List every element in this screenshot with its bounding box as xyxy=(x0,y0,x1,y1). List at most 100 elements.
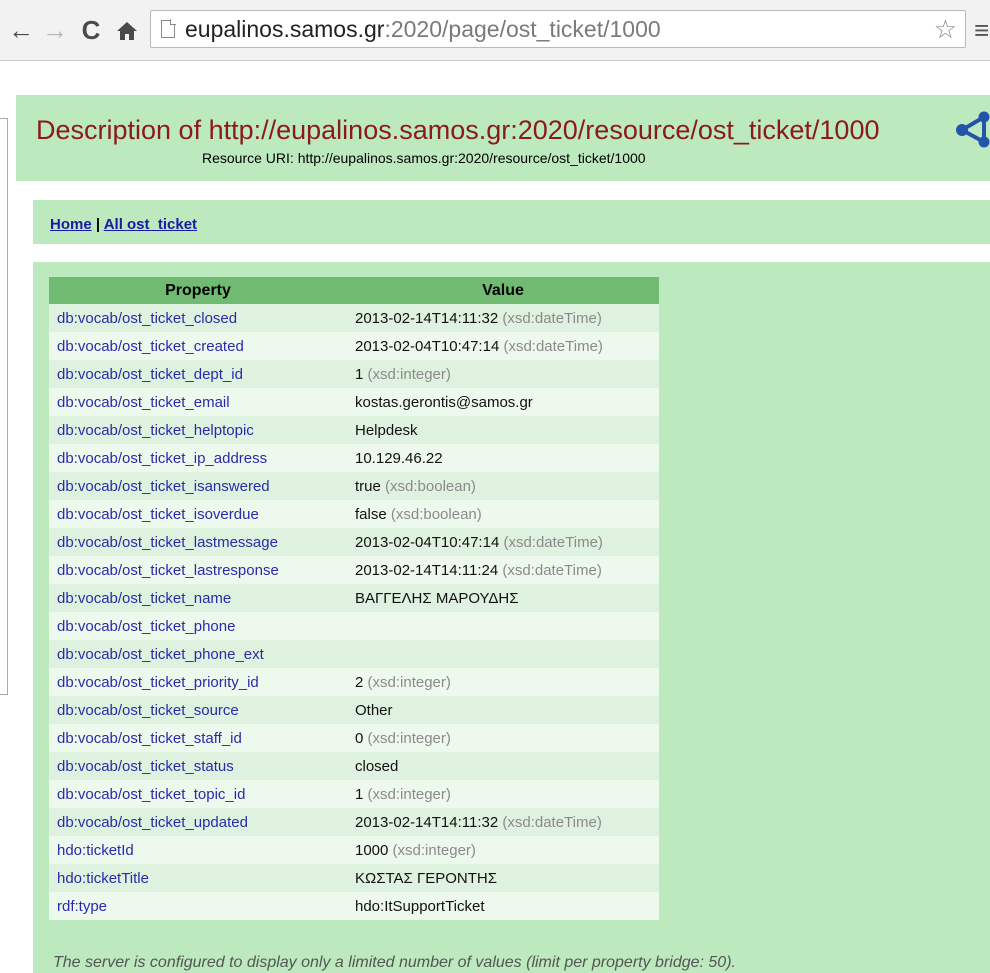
table-header-row: Property Value xyxy=(49,277,659,304)
value-cell xyxy=(347,612,659,640)
value-cell: ΒΑΓΓΕΛΗΣ ΜΑΡΟΥΔΗΣ xyxy=(347,584,659,612)
property-link[interactable]: db:vocab/ost_ticket_topic_id xyxy=(57,786,245,803)
table-row: db:vocab/ost_ticket_dept_id 1 (xsd:intege… xyxy=(49,360,659,388)
breadcrumb-separator: | xyxy=(95,216,101,233)
property-link[interactable]: db:vocab/ost_ticket_closed xyxy=(57,310,237,327)
home-icon[interactable] xyxy=(112,12,142,48)
value-cell: 2013-02-04T10:47:14 (xsd:dateTime) xyxy=(347,332,659,360)
property-link[interactable]: db:vocab/ost_ticket_ip_address xyxy=(57,450,267,467)
breadcrumb-links: Home | All ost_ticket xyxy=(50,216,197,233)
value-cell: 2013-02-14T14:11:32 (xsd:dateTime) xyxy=(347,304,659,332)
side-scroll-edge xyxy=(0,118,8,695)
table-row: db:vocab/ost_ticket_topic_id 1 (xsd:integ… xyxy=(49,780,659,808)
value-text: 2013-02-14T14:11:32 xyxy=(355,309,499,327)
value-text: kostas.gerontis@samos.gr xyxy=(355,393,533,411)
value-column-header: Value xyxy=(347,277,659,304)
table-row: db:vocab/ost_ticket_ip_address 10.129.46.… xyxy=(49,444,659,472)
all-ost-ticket-link[interactable]: All ost_ticket xyxy=(104,216,197,233)
bookmark-star-icon[interactable]: ☆ xyxy=(934,14,957,44)
value-text: 2013-02-04T10:47:14 xyxy=(355,533,500,551)
page-icon xyxy=(161,19,176,38)
value-text: ΚΩΣΤΑΣ ΓΕΡΟΝΤΗΣ xyxy=(355,869,498,887)
value-cell: true (xsd:boolean) xyxy=(347,472,659,500)
rdf-share-icon[interactable] xyxy=(954,109,990,149)
value-text: 1 xyxy=(355,785,364,803)
value-cell: 0 (xsd:integer) xyxy=(347,724,659,752)
property-link[interactable]: db:vocab/ost_ticket_created xyxy=(57,338,244,355)
breadcrumb: Home | All ost_ticket xyxy=(33,200,990,244)
table-row: db:vocab/ost_ticket_closed 2013-02-14T14:… xyxy=(49,304,659,332)
resource-uri: Resource URI: http://eupalinos.samos.gr:… xyxy=(202,150,646,166)
property-link[interactable]: db:vocab/ost_ticket_name xyxy=(57,590,231,607)
table-row: db:vocab/ost_ticket_lastmessage 2013-02-0… xyxy=(49,528,659,556)
table-body: db:vocab/ost_ticket_closed 2013-02-14T14:… xyxy=(49,304,659,920)
reload-icon[interactable]: C xyxy=(76,12,106,48)
value-text: Helpdesk xyxy=(355,421,418,439)
property-cell: db:vocab/ost_ticket_helptopic xyxy=(49,416,347,444)
datatype-label: (xsd:integer) xyxy=(392,841,476,859)
menu-icon[interactable]: ≡ xyxy=(974,12,990,48)
value-cell: 1000 (xsd:integer) xyxy=(347,836,659,864)
property-link[interactable]: db:vocab/ost_ticket_staff_id xyxy=(57,730,242,747)
property-cell: db:vocab/ost_ticket_status xyxy=(49,752,347,780)
property-link[interactable]: db:vocab/ost_ticket_status xyxy=(57,758,234,775)
back-arrow-icon[interactable]: ← xyxy=(6,12,36,48)
table-row: db:vocab/ost_ticket_email kostas.gerontis… xyxy=(49,388,659,416)
datatype-label: (xsd:boolean) xyxy=(390,505,482,523)
property-cell: db:vocab/ost_ticket_lastresponse xyxy=(49,556,347,584)
property-cell: db:vocab/ost_ticket_isoverdue xyxy=(49,500,347,528)
forward-arrow-icon[interactable]: → xyxy=(40,12,70,48)
property-link[interactable]: db:vocab/ost_ticket_dept_id xyxy=(57,366,243,383)
property-cell: db:vocab/ost_ticket_isanswered xyxy=(49,472,347,500)
address-bar[interactable]: eupalinos.samos.gr:2020/page/ost_ticket/… xyxy=(150,10,966,48)
value-text: closed xyxy=(355,757,399,775)
datatype-label: (xsd:integer) xyxy=(367,365,451,383)
limit-note: The server is configured to display only… xyxy=(53,954,736,971)
property-link[interactable]: db:vocab/ost_ticket_helptopic xyxy=(57,422,254,439)
value-text: hdo:ItSupportTicket xyxy=(355,897,485,915)
table-row: hdo:ticketId 1000 (xsd:integer) xyxy=(49,836,659,864)
property-link[interactable]: hdo:ticketTitle xyxy=(57,870,149,887)
value-cell: 2013-02-04T10:47:14 (xsd:dateTime) xyxy=(347,528,659,556)
table-row: db:vocab/ost_ticket_name ΒΑΓΓΕΛΗΣ ΜΑΡΟΥΔΗ… xyxy=(49,584,659,612)
property-link[interactable]: db:vocab/ost_ticket_priority_id xyxy=(57,674,259,691)
property-link[interactable]: db:vocab/ost_ticket_phone xyxy=(57,618,235,635)
property-cell: db:vocab/ost_ticket_source xyxy=(49,696,347,724)
value-text: ΒΑΓΓΕΛΗΣ ΜΑΡΟΥΔΗΣ xyxy=(355,589,519,607)
value-cell: 1 (xsd:integer) xyxy=(347,780,659,808)
property-link[interactable]: db:vocab/ost_ticket_lastresponse xyxy=(57,562,279,579)
datatype-label: (xsd:boolean) xyxy=(385,477,476,495)
home-link[interactable]: Home xyxy=(50,216,92,233)
property-cell: hdo:ticketTitle xyxy=(49,864,347,892)
value-text: 2 xyxy=(355,673,364,691)
table-row: db:vocab/ost_ticket_helptopic Helpdesk xyxy=(49,416,659,444)
value-cell: ΚΩΣΤΑΣ ΓΕΡΟΝΤΗΣ xyxy=(347,864,659,892)
value-text: 1000 xyxy=(355,841,389,859)
value-cell: kostas.gerontis@samos.gr xyxy=(347,388,659,416)
value-text: 1 xyxy=(355,365,364,383)
value-text: Other xyxy=(355,701,393,719)
property-link[interactable]: db:vocab/ost_ticket_email xyxy=(57,394,230,411)
value-cell: 2013-02-14T14:11:32 (xsd:dateTime) xyxy=(347,808,659,836)
property-link[interactable]: db:vocab/ost_ticket_updated xyxy=(57,814,248,831)
property-cell: rdf:type xyxy=(49,892,347,920)
table-row: hdo:ticketTitle ΚΩΣΤΑΣ ΓΕΡΟΝΤΗΣ xyxy=(49,864,659,892)
datatype-label: (xsd:dateTime) xyxy=(503,337,603,355)
value-text: 2013-02-14T14:11:24 xyxy=(355,561,499,579)
property-link[interactable]: db:vocab/ost_ticket_phone_ext xyxy=(57,646,264,663)
table-row: db:vocab/ost_ticket_isoverdue false (xsd:… xyxy=(49,500,659,528)
property-link[interactable]: db:vocab/ost_ticket_isanswered xyxy=(57,478,270,495)
property-link[interactable]: hdo:ticketId xyxy=(57,842,134,859)
property-link[interactable]: db:vocab/ost_ticket_source xyxy=(57,702,239,719)
property-link[interactable]: db:vocab/ost_ticket_lastmessage xyxy=(57,534,278,551)
property-cell: db:vocab/ost_ticket_phone xyxy=(49,612,347,640)
property-link[interactable]: rdf:type xyxy=(57,898,107,915)
table-row: db:vocab/ost_ticket_phone_ext xyxy=(49,640,659,668)
url-text[interactable]: eupalinos.samos.gr:2020/page/ost_ticket/… xyxy=(185,15,661,43)
property-cell: db:vocab/ost_ticket_ip_address xyxy=(49,444,347,472)
property-cell: db:vocab/ost_ticket_phone_ext xyxy=(49,640,347,668)
property-link[interactable]: db:vocab/ost_ticket_isoverdue xyxy=(57,506,259,523)
page-title: Description of http://eupalinos.samos.gr… xyxy=(36,115,880,145)
value-text: true xyxy=(355,477,381,495)
home-icon-svg xyxy=(117,22,137,40)
